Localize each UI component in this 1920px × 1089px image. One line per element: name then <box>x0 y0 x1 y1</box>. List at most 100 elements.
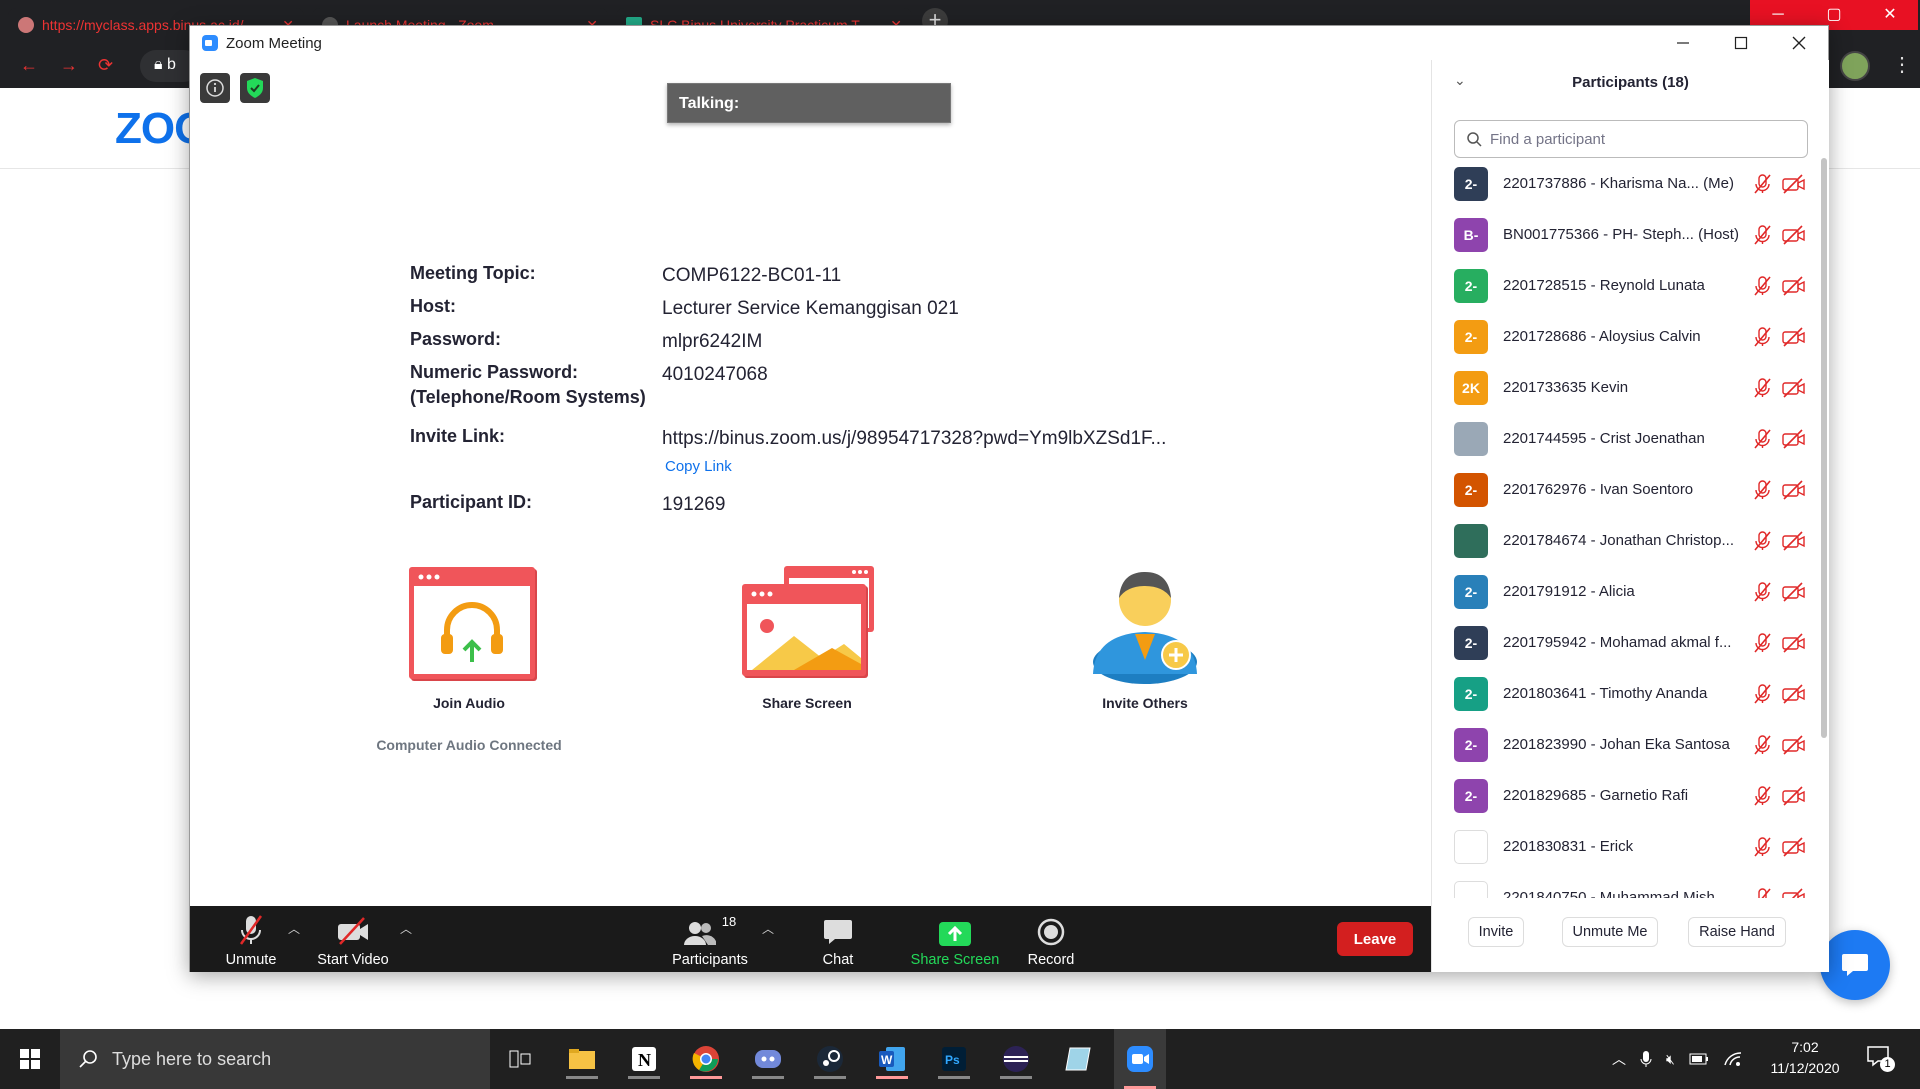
start-video-button[interactable]: Start Video <box>308 914 398 968</box>
taskbar-search-placeholder: Type here to search <box>112 1048 272 1069</box>
word-icon[interactable]: W <box>872 1039 912 1079</box>
meeting-topic-label: Meeting Topic: <box>410 263 536 283</box>
video-options-caret-icon[interactable]: ︿ <box>400 920 412 937</box>
participant-row[interactable]: 2- 2201762976 - Ivan Soentoro <box>1432 464 1820 515</box>
profile-avatar[interactable] <box>1840 51 1870 81</box>
start-button[interactable] <box>0 1029 60 1089</box>
join-audio-action[interactable]: Join Audio <box>369 564 569 711</box>
video-off-icon <box>1782 836 1805 857</box>
invite-button[interactable]: Invite <box>1468 917 1524 947</box>
wifi-icon[interactable] <box>1723 1051 1743 1067</box>
participant-list: 2- 2201737886 - Kharisma Na... (Me) B- BN00… <box>1432 158 1820 898</box>
chat-bubble-button[interactable] <box>1820 930 1890 1000</box>
record-button[interactable]: Record <box>1016 914 1086 968</box>
unmute-me-button[interactable]: Unmute Me <box>1562 917 1658 947</box>
task-view-icon[interactable] <box>500 1039 540 1079</box>
video-off-icon <box>1782 428 1805 449</box>
chat-button[interactable]: Chat <box>803 914 873 968</box>
security-button[interactable] <box>240 73 270 103</box>
battery-icon[interactable] <box>1689 1053 1709 1065</box>
minimize-icon[interactable] <box>1654 26 1712 60</box>
search-icon <box>1467 131 1482 147</box>
chrome-icon[interactable] <box>686 1039 726 1079</box>
close-icon[interactable] <box>1770 26 1828 60</box>
chevron-up-icon[interactable]: ︿ <box>1612 1049 1626 1069</box>
windows-logo-icon <box>20 1049 40 1069</box>
participant-row[interactable]: 2- 2201737886 - Kharisma Na... (Me) <box>1432 158 1820 209</box>
invite-person-icon <box>1093 572 1197 684</box>
participant-row[interactable]: 2201840750 - Muhammad Mish... <box>1432 872 1820 898</box>
steam-icon[interactable] <box>810 1039 850 1079</box>
record-label: Record <box>1027 952 1075 968</box>
avatar: 2- <box>1454 625 1488 660</box>
avatar: 2- <box>1454 574 1488 609</box>
meeting-info-button[interactable] <box>200 73 230 103</box>
participants-count: 18 <box>721 914 737 929</box>
microphone-icon[interactable] <box>1640 1050 1652 1068</box>
leave-button[interactable]: Leave <box>1337 922 1413 956</box>
participant-row[interactable]: 2201830831 - Erick <box>1432 821 1820 872</box>
participants-options-caret-icon[interactable]: ︿ <box>762 920 774 937</box>
windows-taskbar: Type here to search N W Ps ︿ 🔇︎ 7:02 11/… <box>0 1029 1920 1089</box>
audio-options-caret-icon[interactable]: ︿ <box>288 920 300 937</box>
participant-name: 2201744595 - Crist Joenathan <box>1503 430 1705 447</box>
participant-name: 2201762976 - Ivan Soentoro <box>1503 481 1694 498</box>
participant-id-value: 191269 <box>662 494 726 515</box>
raise-hand-button[interactable]: Raise Hand <box>1688 917 1786 947</box>
photoshop-icon[interactable]: Ps <box>934 1039 974 1079</box>
discord-icon[interactable] <box>748 1039 788 1079</box>
taskbar-search[interactable]: Type here to search <box>60 1029 490 1089</box>
copy-link-button[interactable]: Copy Link <box>665 458 732 475</box>
reload-icon[interactable]: ⟳ <box>98 55 113 76</box>
window-titlebar: Zoom Meeting <box>190 26 1828 60</box>
window-title: Zoom Meeting <box>226 34 322 52</box>
participant-name: 2201829685 - Garnetio Rafi <box>1503 787 1689 804</box>
info-icon <box>206 79 224 97</box>
invite-others-action[interactable]: Invite Others <box>1045 564 1245 711</box>
participant-name: 2201830831 - Erick <box>1503 838 1634 855</box>
participants-button[interactable]: 18 Participants <box>660 914 760 968</box>
video-off-icon <box>1782 530 1805 551</box>
share-screen-action[interactable]: Share Screen <box>707 564 907 711</box>
video-off-icon <box>1782 683 1805 704</box>
participant-row[interactable]: 2- 2201803641 - Timothy Ananda <box>1432 668 1820 719</box>
password-label: Password: <box>410 329 502 349</box>
notion-icon[interactable]: N <box>624 1039 664 1079</box>
participant-row[interactable]: B- BN001775366 - PH- Steph... (Host) <box>1432 209 1820 260</box>
invite-link-value[interactable]: https://binus.zoom.us/j/98954717328?pwd=… <box>662 428 1166 450</box>
volume-muted-icon[interactable]: 🔇︎ <box>1666 1051 1675 1068</box>
participant-name: 2201791912 - Alicia <box>1503 583 1635 600</box>
forward-arrow-icon[interactable]: → <box>60 55 78 76</box>
participant-row[interactable]: 2- 2201795942 - Mohamad akmal f... <box>1432 617 1820 668</box>
participant-list-scrollbar[interactable] <box>1821 158 1827 738</box>
taskbar-clock[interactable]: 7:02 11/12/2020 <box>1765 1037 1845 1079</box>
svg-text:W: W <box>881 1053 893 1067</box>
back-arrow-icon[interactable]: ← <box>20 55 38 76</box>
browser-close-icon[interactable]: ✕ <box>1862 0 1918 30</box>
notes-app-icon[interactable] <box>1058 1039 1098 1079</box>
meeting-topic-value: COMP6122-BC01-11 <box>662 265 842 286</box>
file-explorer-icon[interactable] <box>562 1039 602 1079</box>
kebab-menu-icon[interactable]: ⋮ <box>1892 52 1912 77</box>
host-label: Host: <box>410 296 456 316</box>
participant-row[interactable]: 2201784674 - Jonathan Christop... <box>1432 515 1820 566</box>
unmute-button[interactable]: Unmute <box>216 914 286 968</box>
participant-row[interactable]: 2- 2201829685 - Garnetio Rafi <box>1432 770 1820 821</box>
participant-row[interactable]: 2- 2201728515 - Reynold Lunata <box>1432 260 1820 311</box>
participant-search-input[interactable] <box>1490 130 1790 148</box>
participant-row[interactable]: 2- 2201823990 - Johan Eka Santosa <box>1432 719 1820 770</box>
participant-name: 2201728686 - Aloysius Calvin <box>1503 328 1701 345</box>
participant-row[interactable]: 2- 2201791912 - Alicia <box>1432 566 1820 617</box>
share-screen-button[interactable]: Share Screen <box>900 914 1010 968</box>
participant-row[interactable]: 2K 2201733635 Kevin <box>1432 362 1820 413</box>
participant-row[interactable]: 2- 2201728686 - Aloysius Calvin <box>1432 311 1820 362</box>
eclipse-icon[interactable] <box>996 1039 1036 1079</box>
participant-search[interactable] <box>1454 120 1808 158</box>
participant-row[interactable]: 2201744595 - Crist Joenathan <box>1432 413 1820 464</box>
video-off-icon <box>1782 785 1805 806</box>
action-center-button[interactable]: 1 <box>1866 1045 1896 1075</box>
maximize-icon[interactable] <box>1712 26 1770 60</box>
avatar: 2- <box>1454 778 1488 813</box>
zoom-taskbar-icon[interactable] <box>1114 1029 1166 1089</box>
chat-label: Chat <box>822 952 854 968</box>
